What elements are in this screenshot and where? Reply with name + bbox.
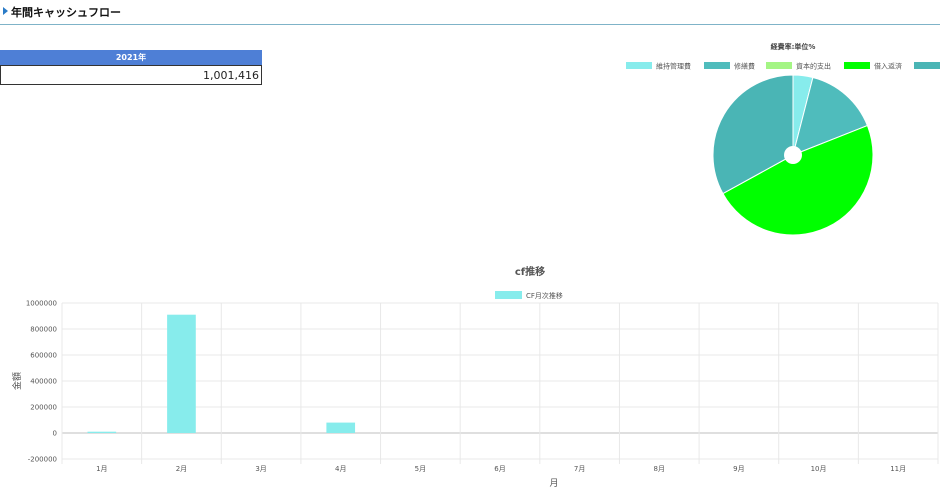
x-axis-label: 月 [549, 478, 558, 489]
pie-center-hole [784, 146, 802, 164]
pie-title: 経費率:単位% [771, 42, 816, 51]
x-tick-label: 3月 [255, 465, 266, 473]
cf-bar-chart: cf推移 CF月次推移 1000000 800000 600000 400000 20000… [11, 265, 939, 489]
x-tick-label: 5月 [415, 465, 426, 473]
x-tick-label: 9月 [733, 465, 744, 473]
y-axis-label: 金額 [11, 372, 23, 390]
bar-legend-swatch [495, 291, 522, 299]
pie-legend-swatch [844, 62, 870, 69]
year-header: 2021年 [0, 50, 262, 65]
pie-legend-label: 資本的支出 [796, 62, 831, 71]
x-tick-label: 2月 [176, 465, 187, 473]
y-tick-label: 600000 [30, 352, 57, 360]
x-tick-label: 11月 [890, 465, 906, 473]
y-tick-label: 0 [53, 430, 57, 438]
pie-legend-swatch [626, 62, 652, 69]
x-tick-label: 10月 [811, 465, 827, 473]
x-tick-label: 1月 [96, 465, 107, 473]
pie-legend-swatch [766, 62, 792, 69]
bar [326, 422, 356, 433]
pie-legend-label: 借入返済 [874, 62, 902, 71]
pie-legend-label: 維持管理費 [656, 62, 691, 71]
x-tick-label: 7月 [574, 465, 585, 473]
x-tick-label: 4月 [335, 465, 346, 473]
bar [167, 314, 196, 433]
pie-legend-label: 修繕費 [734, 62, 755, 71]
bar-chart-title: cf推移 [515, 265, 545, 278]
y-tick-label: -200000 [28, 456, 57, 464]
annual-summary-table: 2021年 1,001,416 [0, 50, 262, 85]
bar-legend-label: CF月次推移 [526, 291, 563, 300]
page-title: 年間キャッシュフロー [11, 6, 121, 19]
x-tick-label: 6月 [494, 465, 505, 473]
bar [87, 431, 117, 433]
expense-pie-chart: 経費率:単位%維持管理費修繕費資本的支出借入返済CF [626, 42, 940, 236]
y-tick-label: 200000 [30, 404, 57, 412]
page-header: 年間キャッシュフロー [0, 0, 940, 25]
y-tick-label: 1000000 [26, 300, 57, 308]
pie-legend-swatch [914, 62, 940, 69]
pie-legend-swatch [704, 62, 730, 69]
annual-cf-value: 1,001,416 [0, 65, 262, 85]
section-marker-icon [3, 7, 8, 15]
y-tick-label: 800000 [30, 326, 57, 334]
x-tick-label: 8月 [654, 465, 665, 473]
y-tick-label: 400000 [30, 378, 57, 386]
